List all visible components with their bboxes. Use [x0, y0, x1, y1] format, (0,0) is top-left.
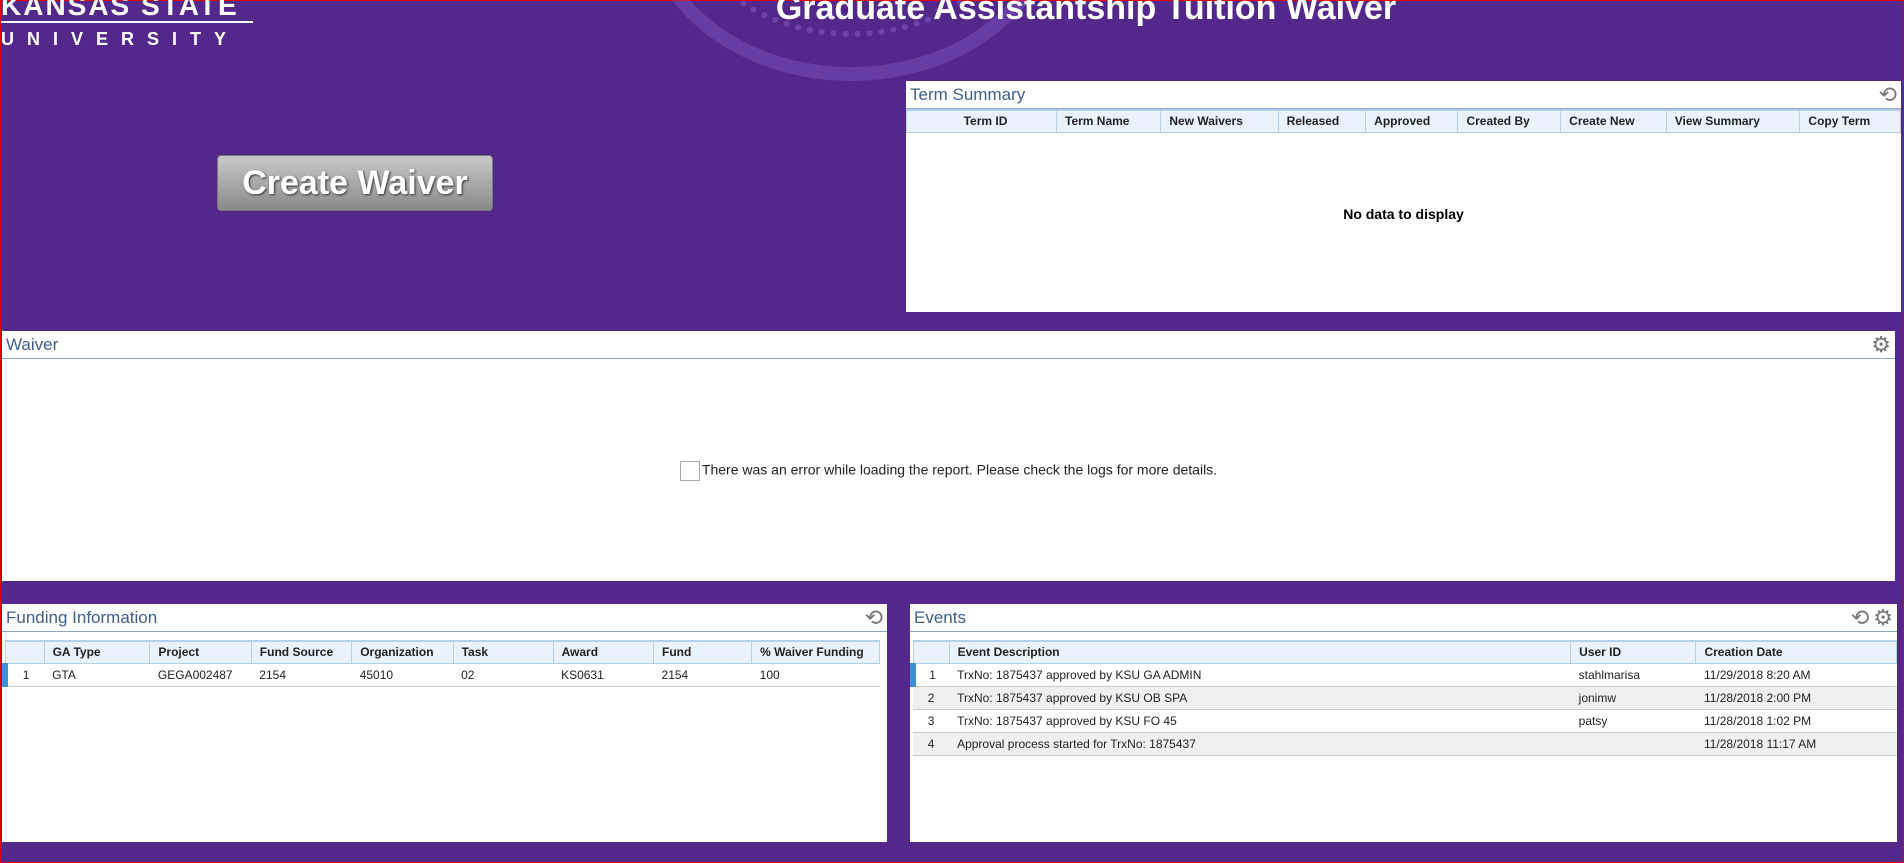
column-header[interactable]: GA Type	[43, 640, 151, 664]
funding-panel: Funding Information ⟲ GA Type Project Fund…	[1, 604, 887, 842]
panel-title: Waiver	[6, 334, 59, 354]
table-row[interactable]: 4 Approval process started for TrxNo: 187…	[913, 732, 1897, 756]
column-header[interactable]: Fund Source	[250, 640, 353, 664]
table-cell: patsy	[1570, 709, 1696, 733]
column-header[interactable]: Event Description	[948, 640, 1572, 664]
logo-line1: KANSAS STATE	[1, 0, 253, 23]
column-header[interactable]: Approved	[1365, 109, 1459, 133]
table-cell: 2154	[251, 663, 352, 687]
funding-table: GA Type Project Fund Source Organization Tas…	[1, 640, 880, 687]
gear-icon[interactable]: ⚙	[1873, 605, 1893, 631]
refresh-icon[interactable]: ⟲	[865, 605, 883, 631]
university-logo: KANSAS STATE UNIVERSITY	[1, 0, 253, 50]
logo-line2: UNIVERSITY	[1, 29, 240, 49]
events-table: Event Description User ID Creation Date 1 Tr…	[909, 640, 1897, 756]
column-header[interactable]: Term ID	[906, 109, 1057, 133]
column-header[interactable]: Task	[452, 640, 554, 664]
table-cell: 02	[453, 663, 554, 687]
column-header[interactable]: Copy Term	[1799, 109, 1901, 133]
table-cell	[1570, 732, 1696, 756]
page-title: Graduate Assistantship Tuition Waiver	[775, 0, 1397, 27]
table-cell: 4	[913, 732, 950, 756]
error-message: There was an error while loading the rep…	[701, 461, 1218, 478]
table-cell: 100	[751, 663, 880, 687]
table-cell: 2154	[653, 663, 752, 687]
column-header[interactable]: Award	[552, 640, 655, 664]
table-cell: 1	[1, 663, 45, 687]
table-row[interactable]: 3 TrxNo: 1875437 approved by KSU FO 45 pat…	[913, 709, 1897, 733]
gear-icon[interactable]: ⚙	[1871, 332, 1891, 358]
column-header[interactable]: Released	[1277, 109, 1367, 133]
table-row[interactable]: 1 GTA GEGA002487 2154 45010 02 KS0631 2154 100	[1, 663, 880, 687]
table-cell: GEGA002487	[149, 663, 252, 687]
table-cell: TrxNo: 1875437 approved by KSU OB SPA	[949, 686, 1571, 710]
term-summary-table: Term ID Term Name New Waivers Released Appro…	[906, 109, 1901, 133]
column-header[interactable]: Project	[149, 640, 252, 664]
table-cell: 11/28/2018 1:02 PM	[1695, 709, 1897, 733]
table-row[interactable]: 1 TrxNo: 1875437 approved by KSU GA ADMIN…	[909, 663, 1897, 687]
column-header[interactable]: Organization	[351, 640, 454, 664]
refresh-icon[interactable]: ⟲	[1851, 605, 1869, 631]
column-header[interactable]: New Waivers	[1160, 109, 1279, 133]
column-header[interactable]: Term Name	[1055, 109, 1162, 133]
table-cell: stahlmarisa	[1570, 663, 1696, 687]
term-summary-panel: Term Summary ⟲ Term ID Term Name New Waive…	[906, 81, 1901, 312]
table-cell: 3	[913, 709, 950, 733]
table-cell: Approval process started for TrxNo: 1875…	[949, 732, 1571, 756]
table-cell: GTA	[44, 663, 150, 687]
panel-title: Term Summary	[910, 84, 1026, 104]
table-cell: 45010	[351, 663, 454, 687]
column-header[interactable]	[4, 640, 45, 664]
column-header[interactable]: Fund	[653, 640, 753, 664]
column-header[interactable]: Creation Date	[1695, 640, 1897, 664]
table-cell: TrxNo: 1875437 approved by KSU FO 45	[949, 709, 1571, 733]
column-header[interactable]: Created By	[1457, 109, 1562, 133]
column-header[interactable]: Create New	[1560, 109, 1667, 133]
column-header[interactable]	[912, 640, 950, 664]
events-panel: Events ⟲ ⚙ Event Description User ID Creati…	[909, 604, 1897, 842]
table-cell: TrxNo: 1875437 approved by KSU GA ADMIN	[949, 663, 1571, 687]
table-cell: 1	[909, 663, 950, 687]
create-waiver-button[interactable]: Create Waiver	[217, 155, 493, 211]
table-row[interactable]: 2 TrxNo: 1875437 approved by KSU OB SPA jo…	[913, 686, 1897, 710]
column-header[interactable]: % Waiver Funding	[751, 640, 880, 664]
table-cell: KS0631	[553, 663, 654, 687]
table-cell: 11/29/2018 8:20 AM	[1695, 663, 1897, 687]
table-cell: 11/28/2018 11:17 AM	[1695, 732, 1897, 756]
panel-title: Funding Information	[6, 607, 158, 627]
waiver-panel: Waiver ⚙ There was an error while loadin…	[2, 331, 1895, 581]
refresh-icon[interactable]: ⟲	[1879, 82, 1897, 108]
table-cell: jonimw	[1570, 686, 1696, 710]
table-cell: 11/28/2018 2:00 PM	[1695, 686, 1897, 710]
panel-title: Events	[914, 607, 966, 627]
column-header[interactable]: User ID	[1570, 640, 1697, 664]
empty-message: No data to display	[1343, 205, 1464, 222]
broken-image-icon	[679, 461, 700, 481]
table-cell: 2	[913, 686, 950, 710]
column-header[interactable]: View Summary	[1665, 109, 1801, 133]
